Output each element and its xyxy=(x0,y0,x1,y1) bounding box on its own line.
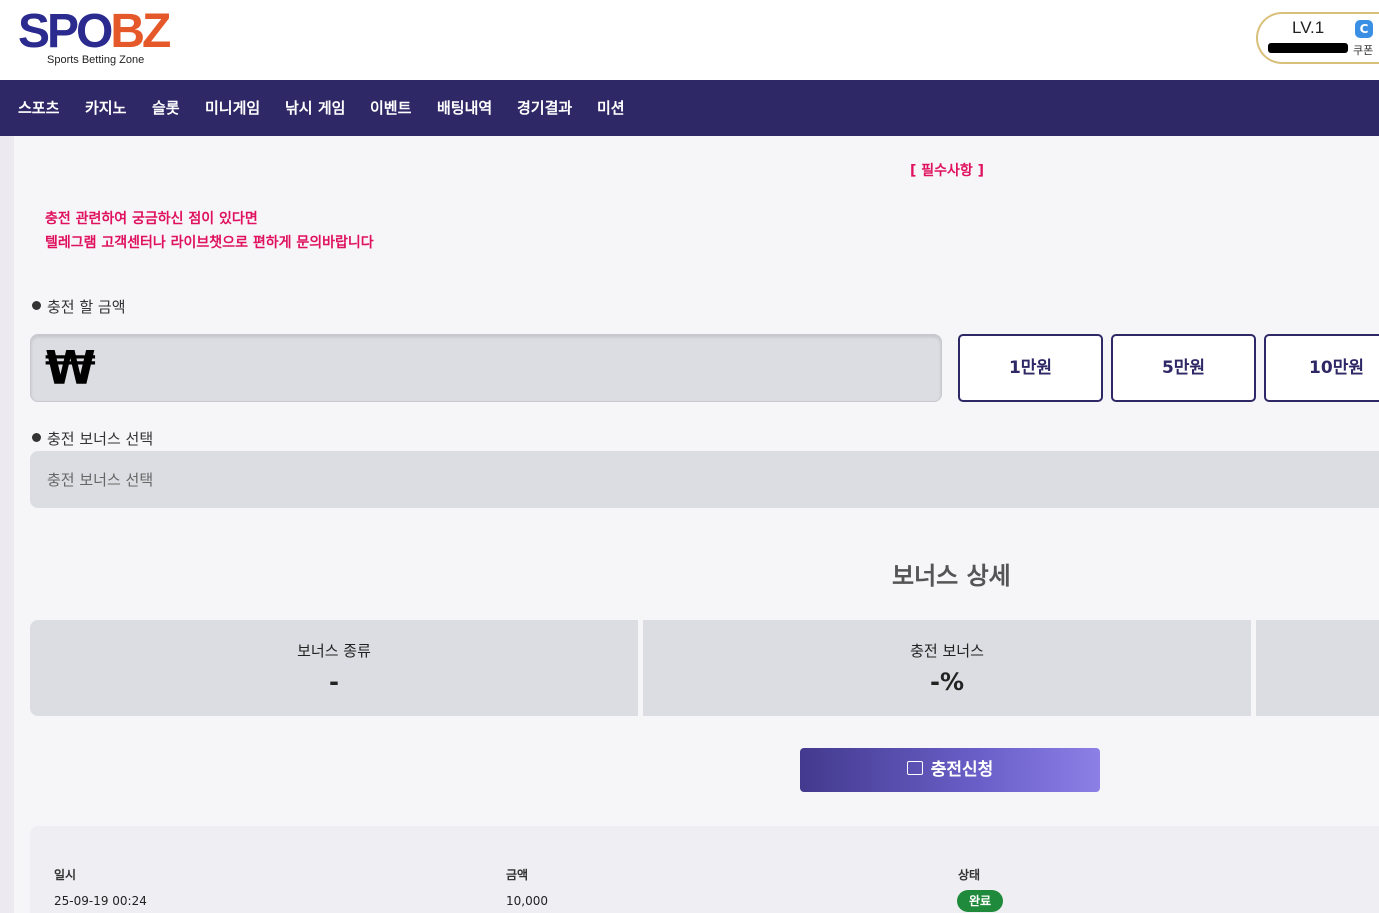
logo-spo: SPO xyxy=(18,5,113,58)
nav-item-sports[interactable]: 스포츠 xyxy=(18,80,59,136)
logo[interactable]: SPOBZ Sports Betting Zone xyxy=(18,8,178,72)
history-amount: 10,000 xyxy=(506,894,548,908)
nav-item-results[interactable]: 경기결과 xyxy=(517,80,572,136)
status-badge: 완료 xyxy=(957,890,1003,912)
notice-line-2: 텔레그램 고객센터나 라이브챗으로 편하게 문의바랍니다 xyxy=(45,235,374,251)
amount-label: 충전 할 금액 xyxy=(32,296,126,317)
nav-item-event[interactable]: 이벤트 xyxy=(370,80,411,136)
nav-item-casino[interactable]: 카지노 xyxy=(85,80,126,136)
bonus-extra-cell xyxy=(1256,620,1379,716)
notice-line-1: 충전 관련하여 궁금하신 점이 있다면 xyxy=(45,211,258,227)
required-notice-title: [ 필수사항 ] xyxy=(910,163,985,179)
bullet-icon xyxy=(32,301,41,310)
logo-wordmark: SPOBZ xyxy=(18,5,171,58)
nav-item-minigame[interactable]: 미니게임 xyxy=(205,80,260,136)
quick-amount-100k-button[interactable]: 10만원 xyxy=(1264,334,1379,402)
user-level: LV.1 xyxy=(1292,18,1325,37)
quick-amount-10k-button[interactable]: 1만원 xyxy=(958,334,1103,402)
user-level-box[interactable]: LV.1 C 쿠폰 xyxy=(1256,12,1379,64)
coupon-label[interactable]: 쿠폰 xyxy=(1353,42,1373,58)
user-name-redacted xyxy=(1268,43,1348,53)
deposit-history-table: 일시 금액 상태 25-09-19 00:24 10,000 완료 xyxy=(30,826,1379,913)
logo-bz: BZ xyxy=(110,5,171,58)
main-nav: 스포츠 카지노 슬롯 미니게임 낚시 게임 이벤트 배팅내역 경기결과 미션 xyxy=(0,80,1379,136)
nav-item-fishing-game[interactable]: 낚시 게임 xyxy=(285,80,345,136)
history-header-amount: 금액 xyxy=(506,868,529,882)
deposit-bonus-cell: 충전 보너스 -% xyxy=(643,620,1251,716)
deposit-icon xyxy=(906,761,923,775)
nav-item-bet-history[interactable]: 배팅내역 xyxy=(437,80,492,136)
bullet-icon xyxy=(32,433,41,442)
bonus-select-placeholder: 충전 보너스 선택 xyxy=(47,471,154,489)
deposit-bonus-value: -% xyxy=(929,668,964,696)
notice-text: 충전 관련하여 궁금하신 점이 있다면 텔레그램 고객센터나 라이브챗으로 편하… xyxy=(45,207,374,255)
won-icon: ₩ xyxy=(45,341,96,395)
history-date: 25-09-19 00:24 xyxy=(54,894,147,908)
bonus-detail-table: 보너스 종류 - 충전 보너스 -% xyxy=(30,620,1379,716)
history-header-date: 일시 xyxy=(54,868,77,882)
bonus-detail-title: 보너스 상세 xyxy=(892,562,1011,590)
deposit-bonus-header: 충전 보너스 xyxy=(910,642,984,660)
side-strip xyxy=(0,136,14,913)
deposit-submit-label: 충전신청 xyxy=(930,760,994,780)
header: SPOBZ Sports Betting Zone LV.1 C 쿠폰 xyxy=(0,0,1379,80)
logo-subtitle: Sports Betting Zone xyxy=(47,54,145,66)
amount-input[interactable]: ₩ xyxy=(30,334,942,402)
nav-item-slot[interactable]: 슬롯 xyxy=(152,80,180,136)
nav-item-mission[interactable]: 미션 xyxy=(597,80,625,136)
amount-label-text: 충전 할 금액 xyxy=(47,298,126,316)
bonus-type-cell: 보너스 종류 - xyxy=(30,620,638,716)
bonus-label-text: 충전 보너스 선택 xyxy=(47,430,154,448)
bonus-select[interactable]: 충전 보너스 선택 xyxy=(30,451,1379,508)
coupon-icon[interactable]: C xyxy=(1355,20,1373,38)
bonus-type-value: - xyxy=(329,668,339,696)
history-header-status: 상태 xyxy=(958,868,981,882)
bonus-type-header: 보너스 종류 xyxy=(297,642,371,660)
bonus-label: 충전 보너스 선택 xyxy=(32,428,153,449)
quick-amount-50k-button[interactable]: 5만원 xyxy=(1111,334,1256,402)
deposit-submit-button[interactable]: 충전신청 xyxy=(800,748,1100,792)
